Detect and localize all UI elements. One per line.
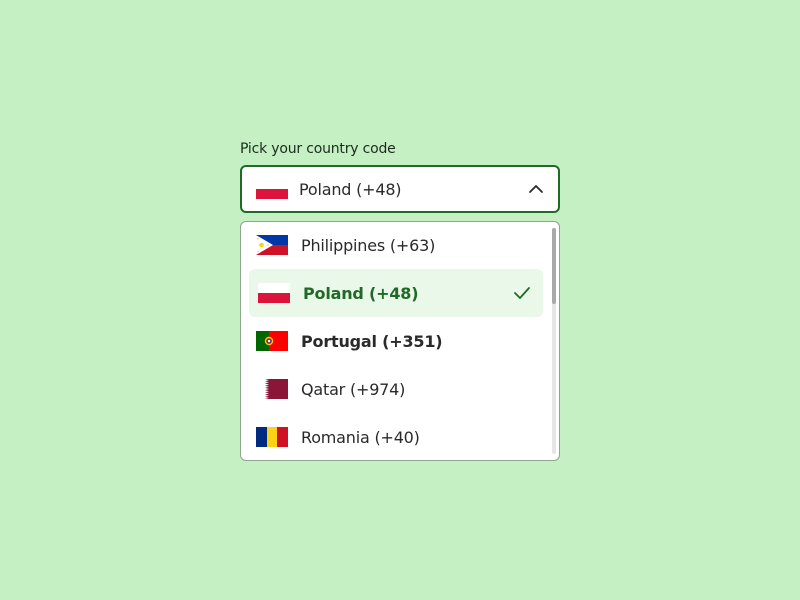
country-code-select[interactable]: Poland (+48) — [240, 165, 560, 213]
option-label: Portugal (+351) — [301, 331, 443, 351]
option-label: Qatar (+974) — [301, 379, 406, 399]
option-label: Romania (+40) — [301, 427, 420, 447]
option-romania[interactable]: Romania (+40) — [249, 413, 543, 460]
selected-value: Poland (+48) — [299, 179, 402, 199]
check-icon — [514, 287, 530, 299]
qatar-flag-icon — [256, 379, 288, 399]
philippines-flag-icon — [256, 235, 288, 255]
option-label: Philippines (+63) — [301, 235, 436, 255]
chevron-up-icon[interactable] — [528, 182, 544, 196]
option-poland[interactable]: Poland (+48) — [249, 269, 543, 317]
portugal-flag-icon — [256, 331, 288, 351]
country-dropdown-list: Philippines (+63) Poland (+48) Portugal … — [240, 221, 560, 461]
poland-flag-icon — [258, 283, 290, 303]
poland-flag-icon — [256, 179, 288, 199]
romania-flag-icon — [256, 427, 288, 447]
option-qatar[interactable]: Qatar (+974) — [249, 365, 543, 413]
dropdown-scrollbar[interactable] — [552, 228, 556, 454]
option-philippines[interactable]: Philippines (+63) — [249, 222, 543, 269]
country-code-picker: Pick your country code Poland (+48) Phil… — [240, 140, 560, 461]
field-label: Pick your country code — [240, 141, 396, 157]
option-portugal[interactable]: Portugal (+351) — [249, 317, 543, 365]
option-label: Poland (+48) — [303, 283, 419, 303]
scrollbar-thumb[interactable] — [552, 228, 556, 304]
